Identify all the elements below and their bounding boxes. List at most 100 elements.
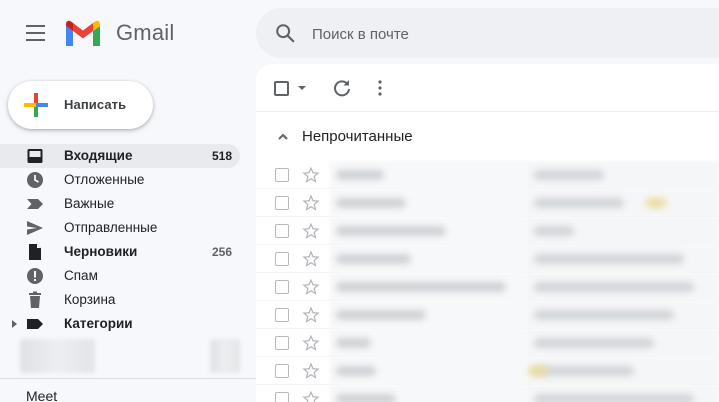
star-icon[interactable] <box>302 194 320 212</box>
sidebar-divider <box>0 378 256 379</box>
mail-sender-obscured <box>330 217 526 245</box>
unread-section-header[interactable]: Непрочитанные <box>256 122 719 152</box>
sidebar-item-categories[interactable]: Категории <box>0 312 240 336</box>
mail-list <box>256 161 719 402</box>
star-icon[interactable] <box>302 278 320 296</box>
mail-sender-obscured <box>330 161 526 189</box>
sidebar-nav: Входящие 518 Отложенные Важные Отправлен… <box>0 144 256 336</box>
sidebar-item-label: Корзина <box>64 292 116 307</box>
mail-row-checkbox[interactable] <box>275 364 289 378</box>
inbox-icon <box>27 149 43 163</box>
hamburger-icon <box>26 32 45 34</box>
mail-sender-obscured <box>330 329 526 357</box>
mail-row[interactable] <box>256 273 719 301</box>
star-icon[interactable] <box>302 390 320 402</box>
sidebar-item-inbox[interactable]: Входящие 518 <box>0 144 240 168</box>
label-important-icon <box>27 199 43 209</box>
draft-icon <box>29 244 41 260</box>
mail-row[interactable] <box>256 217 719 245</box>
compose-button[interactable]: Написать <box>8 81 153 129</box>
blurred-label-count <box>210 339 240 373</box>
mail-sender-obscured <box>330 245 526 273</box>
star-icon[interactable] <box>302 250 320 268</box>
mail-row-checkbox[interactable] <box>275 280 289 294</box>
mail-row[interactable] <box>256 329 719 357</box>
refresh-icon[interactable] <box>332 78 352 98</box>
search-bar[interactable] <box>256 8 719 58</box>
hamburger-icon <box>26 25 45 27</box>
sidebar-item-drafts[interactable]: Черновики 256 <box>0 240 240 264</box>
mail-toolbar <box>256 64 719 112</box>
sidebar-item-label: Категории <box>64 316 133 331</box>
clock-icon <box>27 172 43 188</box>
star-icon[interactable] <box>302 334 320 352</box>
star-icon[interactable] <box>302 306 320 324</box>
blurred-label-list <box>20 339 95 373</box>
mail-row-checkbox[interactable] <box>275 392 289 402</box>
section-title: Непрочитанные <box>302 128 413 145</box>
sidebar-item-important[interactable]: Важные <box>0 192 240 216</box>
chevron-up-icon[interactable] <box>276 130 290 144</box>
mail-subject-obscured <box>526 161 719 189</box>
gmail-logo-icon[interactable] <box>64 18 102 48</box>
mail-subject-obscured <box>526 189 719 217</box>
app-brand: Gmail <box>116 20 175 45</box>
sidebar-item-label: Важные <box>64 196 115 211</box>
spam-icon <box>27 268 43 284</box>
hamburger-icon <box>26 39 45 41</box>
main-menu-button[interactable] <box>20 20 50 46</box>
label-icon <box>27 319 43 329</box>
mail-row-checkbox[interactable] <box>275 336 289 350</box>
more-vert-icon[interactable] <box>374 78 386 98</box>
mail-sender-obscured <box>330 385 526 402</box>
sidebar-item-label: Отправленные <box>64 220 158 235</box>
mail-row-checkbox[interactable] <box>275 196 289 210</box>
mail-row[interactable] <box>256 189 719 217</box>
expand-arrow-icon[interactable] <box>12 320 17 328</box>
star-icon[interactable] <box>302 222 320 240</box>
mail-row[interactable] <box>256 245 719 273</box>
mail-sender-obscured <box>330 357 526 385</box>
mail-sender-obscured <box>330 189 526 217</box>
mail-subject-obscured <box>526 273 719 301</box>
compose-label: Написать <box>64 97 127 112</box>
mail-sender-obscured <box>330 301 526 329</box>
trash-icon <box>29 291 41 308</box>
mail-row-checkbox[interactable] <box>275 224 289 238</box>
draft-count: 256 <box>211 245 232 259</box>
sidebar-item-label: Спам <box>64 268 98 283</box>
star-icon[interactable] <box>302 362 320 380</box>
mail-row[interactable] <box>256 385 719 402</box>
mail-subject-obscured <box>526 385 719 402</box>
send-icon <box>27 221 43 235</box>
select-options-chevron-down-icon[interactable] <box>298 86 306 90</box>
mail-subject-obscured <box>526 329 719 357</box>
mail-row-checkbox[interactable] <box>275 252 289 266</box>
mail-subject-obscured <box>526 245 719 273</box>
mail-subject-obscured <box>526 301 719 329</box>
mail-subject-obscured <box>526 357 719 385</box>
meet-section-title: Meet <box>26 388 58 402</box>
mail-row[interactable] <box>256 161 719 189</box>
mail-sender-obscured <box>330 273 526 301</box>
sidebar-item-trash[interactable]: Корзина <box>0 288 240 312</box>
top-bar: Gmail <box>0 0 719 64</box>
search-input[interactable] <box>312 22 692 46</box>
sidebar-item-sent[interactable]: Отправленные <box>0 216 240 240</box>
sidebar-item-label: Черновики <box>64 244 138 259</box>
mail-row-checkbox[interactable] <box>275 308 289 322</box>
mail-row-checkbox[interactable] <box>275 168 289 182</box>
mail-row[interactable] <box>256 357 719 385</box>
search-icon[interactable] <box>274 22 296 44</box>
sidebar-item-label: Отложенные <box>64 172 145 187</box>
unread-count: 518 <box>211 149 232 163</box>
select-all-checkbox[interactable] <box>274 81 289 96</box>
sidebar-item-label: Входящие <box>64 148 133 163</box>
sidebar-item-snoozed[interactable]: Отложенные <box>0 168 240 192</box>
mail-subject-obscured <box>526 217 719 245</box>
mail-row[interactable] <box>256 301 719 329</box>
plus-icon <box>24 93 48 117</box>
star-icon[interactable] <box>302 166 320 184</box>
sidebar-item-spam[interactable]: Спам <box>0 264 240 288</box>
mail-list-panel: Непрочитанные <box>256 64 719 402</box>
